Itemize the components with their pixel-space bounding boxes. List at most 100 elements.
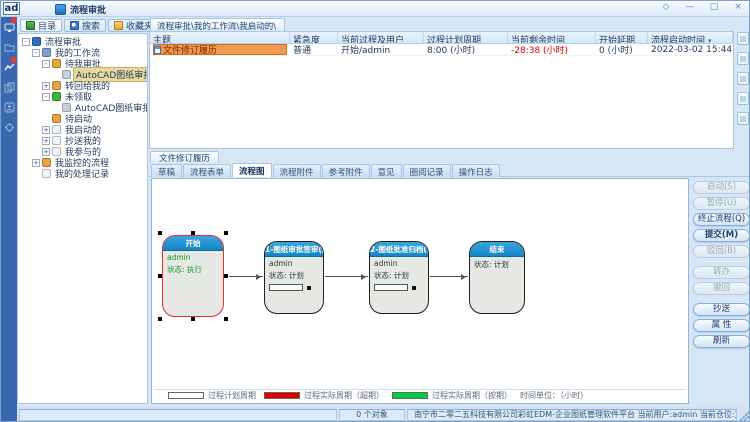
subtab-flow-form[interactable]: 流程表单 bbox=[183, 164, 231, 177]
node-title: 2-图纸批准归档(归档) bbox=[370, 242, 428, 257]
column-remaining[interactable]: 当前剩余时间 bbox=[508, 32, 596, 43]
progress-bar bbox=[269, 284, 303, 291]
column-current-step[interactable]: 当前过程及用户 bbox=[338, 32, 424, 43]
withdraw-button: 撤回 bbox=[693, 282, 750, 295]
side-tool-icon-3[interactable] bbox=[737, 72, 749, 85]
start-delay-cell: 0 (小时) bbox=[596, 43, 648, 56]
worklist-table: 主题 紧急度 当前过程及用户 过程计划周期 当前剩余时间 开始延期 流程启动时间… bbox=[149, 31, 734, 149]
flow-node-end[interactable]: 结束 状态: 计划 bbox=[469, 241, 525, 314]
progress-dot bbox=[307, 286, 311, 290]
copy-icon[interactable] bbox=[1, 77, 17, 97]
subtab-ref-attachments[interactable]: 参考附件 bbox=[322, 164, 370, 177]
resize-grip[interactable] bbox=[739, 411, 749, 421]
flow-node-approve-archive[interactable]: 2-图纸批准归档(归档) admin 状态: 计划 bbox=[369, 241, 429, 314]
expander-icon[interactable]: + bbox=[42, 82, 50, 90]
refresh-button[interactable]: 刷新 bbox=[693, 335, 750, 348]
node-status: 状态: 计划 bbox=[269, 270, 319, 281]
column-start-delay[interactable]: 开始延期 bbox=[596, 32, 648, 43]
expander-icon[interactable]: - bbox=[32, 49, 40, 57]
flow-node-sign-review[interactable]: 1-图纸审批签审(图纸) admin 状态: 计划 bbox=[264, 241, 324, 314]
side-tool-icon-4[interactable] bbox=[737, 92, 749, 105]
side-tool-icon-2[interactable] bbox=[737, 52, 749, 65]
contacts-icon[interactable] bbox=[1, 97, 17, 117]
selection-handle[interactable] bbox=[224, 317, 228, 321]
plan-period-cell: 8:00 (小时) bbox=[424, 43, 508, 56]
flow-legend: 过程计划周期 过程实际周期（超期） 过程实际周期（按期） 时间单位：（小时） bbox=[154, 389, 686, 401]
current-step-cell: 开始/admin bbox=[338, 43, 424, 56]
subtab-flow-attachments[interactable]: 流程附件 bbox=[273, 164, 321, 177]
expander-icon[interactable]: + bbox=[42, 126, 50, 134]
subtab-circulation-log[interactable]: 圈阅记录 bbox=[403, 164, 451, 177]
folder-icon[interactable] bbox=[1, 37, 17, 57]
tab-search[interactable]: 搜索 bbox=[64, 19, 106, 32]
maximize-button[interactable]: □ bbox=[707, 2, 721, 12]
tree-node-icon bbox=[52, 59, 61, 68]
column-subject[interactable]: 主题 bbox=[150, 32, 290, 43]
side-tool-icon-5[interactable] bbox=[737, 112, 749, 125]
expander-icon[interactable]: - bbox=[22, 38, 30, 46]
reject-button: 驳回(B) bbox=[693, 245, 750, 258]
sidebar-panel: - 流程审批 - 我的工作流 - 待我审批 AutoCAD图纸审批归档流程(1)… bbox=[17, 33, 148, 404]
search-icon bbox=[70, 21, 79, 30]
subject-cell: 文件修订履历 bbox=[153, 44, 287, 55]
gear-icon[interactable] bbox=[1, 117, 17, 137]
cc-button[interactable]: 抄送 bbox=[693, 303, 750, 316]
tree-node-icon bbox=[42, 169, 51, 178]
expander-icon[interactable]: + bbox=[42, 137, 50, 145]
minimize-button[interactable]: — bbox=[683, 2, 697, 12]
detail-tab[interactable]: 文件修订履历 bbox=[150, 151, 219, 163]
selection-handle[interactable] bbox=[224, 231, 228, 235]
side-tool-icon-1[interactable] bbox=[737, 32, 749, 45]
skin-icon[interactable]: ◇ bbox=[659, 2, 673, 12]
tree-node-icon bbox=[52, 81, 61, 90]
tab-catalog[interactable]: 目录 bbox=[20, 19, 62, 32]
book-icon bbox=[26, 21, 35, 30]
flow-doc-icon bbox=[62, 70, 71, 79]
selection-handle[interactable] bbox=[158, 231, 162, 235]
progress-dot bbox=[412, 286, 416, 290]
tree-node-icon bbox=[52, 147, 61, 156]
legend-swatch-plan bbox=[168, 392, 204, 399]
selection-handle[interactable] bbox=[224, 274, 228, 278]
subtab-operation-log[interactable]: 操作日志 bbox=[452, 164, 500, 177]
expander-spacer bbox=[42, 115, 50, 123]
tab-label: 目录 bbox=[38, 19, 56, 32]
app-window: ad 流程审批 ◇ — □ × bbox=[0, 0, 750, 422]
node-status: 状态: 计划 bbox=[374, 270, 424, 281]
expander-icon[interactable]: + bbox=[42, 148, 50, 156]
column-start-time[interactable]: 流程启动时间 ▾ bbox=[648, 32, 733, 43]
properties-button[interactable]: 属 性 bbox=[693, 319, 750, 332]
node-status: 状态: 执行 bbox=[167, 264, 219, 275]
table-row[interactable]: 文件修订履历 普通 开始/admin 8:00 (小时) -28:38 (小时)… bbox=[150, 44, 733, 56]
legend-swatch-ontime bbox=[392, 392, 428, 399]
legend-label: 过程计划周期 bbox=[208, 390, 256, 401]
column-urgency[interactable]: 紧急度 bbox=[290, 32, 338, 43]
expander-icon[interactable]: + bbox=[32, 159, 40, 167]
column-plan-period[interactable]: 过程计划周期 bbox=[424, 32, 508, 43]
message-icon[interactable] bbox=[1, 17, 17, 37]
titlebar: ad 流程审批 ◇ — □ × bbox=[1, 1, 750, 17]
selection-handle[interactable] bbox=[191, 317, 195, 321]
platform-info: 南宁市二零二五科技有限公司彩虹EDM-企业图纸管理软件平台 当前用户:admin… bbox=[407, 409, 737, 421]
expander-spacer bbox=[52, 104, 60, 112]
worklist-tab[interactable]: 流程审批\我的工作流\我启动的\ bbox=[150, 18, 285, 31]
tree-item-my-records[interactable]: 我的处理记录 bbox=[20, 168, 147, 179]
node-title: 开始 bbox=[163, 236, 223, 251]
window-controls: ◇ — □ × bbox=[659, 2, 745, 12]
subtab-draft[interactable]: 草稿 bbox=[151, 164, 182, 177]
subtab-flow-diagram[interactable]: 流程图 bbox=[232, 163, 272, 177]
submit-button[interactable]: 提交(M) bbox=[693, 229, 750, 242]
subtab-opinions[interactable]: 意见 bbox=[371, 164, 402, 177]
selection-handle[interactable] bbox=[158, 317, 162, 321]
expander-icon[interactable]: - bbox=[42, 93, 50, 101]
title-area: 流程审批 bbox=[55, 3, 106, 16]
node-user: admin bbox=[269, 259, 319, 268]
selection-handle[interactable] bbox=[158, 274, 162, 278]
selection-handle[interactable] bbox=[191, 231, 195, 235]
close-button[interactable]: × bbox=[731, 2, 745, 12]
detail-subtabs: 草稿 流程表单 流程图 流程附件 参考附件 意见 圈阅记录 操作日志 bbox=[149, 163, 750, 177]
expander-icon[interactable]: - bbox=[42, 60, 50, 68]
flow-node-start[interactable]: 开始 admin 状态: 执行 bbox=[162, 235, 224, 317]
terminate-flow-button[interactable]: 终止流程(Q) bbox=[693, 213, 750, 226]
chart-icon[interactable] bbox=[1, 57, 17, 77]
